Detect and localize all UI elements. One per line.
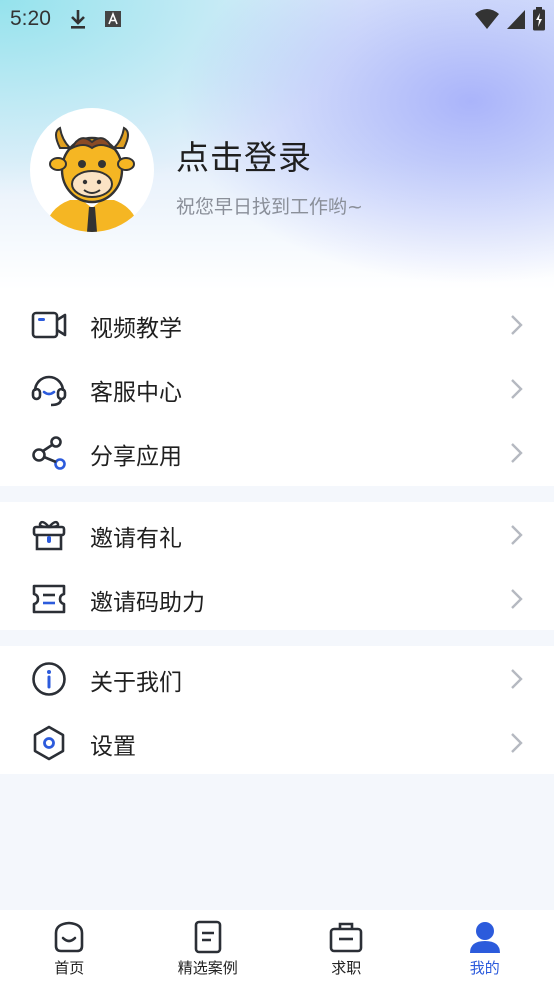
ticket-icon <box>30 580 68 618</box>
menu-item-customer-service[interactable]: 客服中心 <box>0 356 554 420</box>
share-icon <box>30 434 68 472</box>
menu-item-about-us[interactable]: 关于我们 <box>0 646 554 710</box>
chevron-right-icon <box>510 442 524 464</box>
tab-label: 求职 <box>331 959 362 977</box>
menu-group-2: 邀请有礼 邀请码助力 <box>0 502 554 630</box>
login-title[interactable]: 点击登录 <box>176 131 312 179</box>
chevron-right-icon <box>510 314 524 336</box>
menu-group-3: 关于我们 设置 <box>0 646 554 774</box>
chevron-right-icon <box>510 524 524 546</box>
menu-item-label: 设置 <box>90 734 136 760</box>
menu-group-1: 视频教学 客服中心 分享应用 <box>0 290 554 486</box>
menu-item-label: 邀请有礼 <box>90 526 182 552</box>
status-bar: 5:20 <box>0 0 554 38</box>
tab-label: 首页 <box>54 959 85 977</box>
tab-label: 精选案例 <box>177 959 238 977</box>
signal-icon <box>506 8 526 34</box>
wifi-icon <box>474 8 500 34</box>
menu-item-settings[interactable]: 设置 <box>0 710 554 774</box>
tab-home[interactable]: 首页 <box>0 910 139 984</box>
download-icon <box>68 8 88 34</box>
headset-icon <box>30 370 68 408</box>
menu-item-label: 客服中心 <box>90 380 182 406</box>
gift-icon <box>30 516 68 554</box>
home-smile-icon <box>52 920 86 954</box>
chevron-right-icon <box>510 378 524 400</box>
settings-hexagon-icon <box>30 724 68 762</box>
menu-item-label: 关于我们 <box>90 670 182 696</box>
briefcase-icon <box>329 920 363 954</box>
tab-job-search[interactable]: 求职 <box>277 910 416 984</box>
menu-item-label: 邀请码助力 <box>90 590 205 616</box>
menu-item-share-app[interactable]: 分享应用 <box>0 420 554 484</box>
chevron-right-icon <box>510 668 524 690</box>
menu-item-video-tutorial[interactable]: 视频教学 <box>0 292 554 356</box>
tab-featured-cases[interactable]: 精选案例 <box>139 910 278 984</box>
user-icon <box>468 920 502 954</box>
battery-charging-icon <box>532 7 546 35</box>
font-a-icon <box>104 10 122 32</box>
document-icon <box>191 920 225 954</box>
cartoon-bull-avatar <box>44 126 140 232</box>
chevron-right-icon <box>510 732 524 754</box>
avatar[interactable] <box>30 108 154 232</box>
menu-item-label: 视频教学 <box>90 316 182 342</box>
login-subtitle: 祝您早日找到工作哟~ <box>176 196 363 218</box>
chevron-right-icon <box>510 588 524 610</box>
menu-item-invite-gift[interactable]: 邀请有礼 <box>0 502 554 566</box>
info-icon <box>30 660 68 698</box>
menu-item-label: 分享应用 <box>90 444 182 470</box>
status-time: 5:20 <box>10 7 51 30</box>
tab-mine[interactable]: 我的 <box>416 910 554 984</box>
tab-label: 我的 <box>469 959 500 977</box>
menu-item-invite-code[interactable]: 邀请码助力 <box>0 566 554 630</box>
video-camera-icon <box>30 306 68 344</box>
bottom-tab-bar: 首页 精选案例 求职 我的 <box>0 910 554 984</box>
